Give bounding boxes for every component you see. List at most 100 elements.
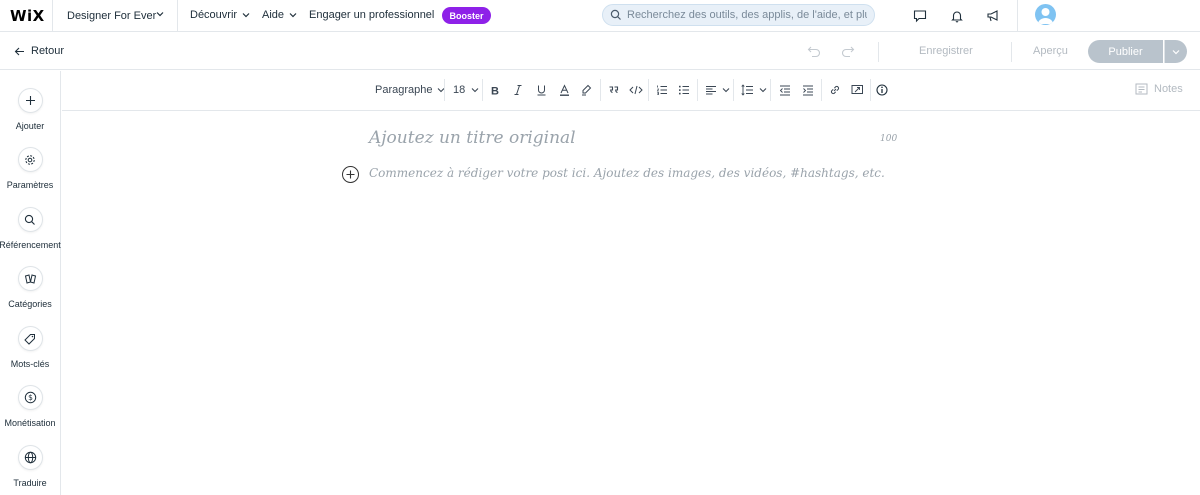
svg-text:$: $ [28, 393, 33, 402]
underline-icon[interactable] [536, 82, 547, 98]
notes-label: Notes [1154, 83, 1183, 95]
nav-discover[interactable]: Découvrir [190, 9, 251, 21]
avatar[interactable] [1035, 4, 1056, 25]
sidebar-item-monetization[interactable]: $ Monétisation [0, 385, 60, 428]
divider [177, 0, 178, 32]
italic-icon[interactable] [513, 82, 523, 98]
sidebar-item-categories[interactable]: Catégories [0, 266, 60, 309]
sidebar-item-add[interactable]: Ajouter [0, 88, 60, 131]
sidebar-item-label: Ajouter [15, 121, 45, 131]
divider [482, 79, 483, 101]
search-bar[interactable] [602, 4, 875, 26]
text-color-icon[interactable] [559, 82, 570, 98]
quote-icon[interactable] [608, 82, 619, 98]
divider [821, 79, 822, 101]
gear-icon [17, 147, 43, 172]
chevron-down-icon [1172, 49, 1180, 54]
add-block-button[interactable] [342, 166, 359, 183]
sidebar-item-label: Monétisation [4, 418, 56, 428]
sidebar-item-label: Mots-clés [10, 359, 50, 369]
sidebar-item-label: Traduire [13, 478, 47, 488]
divider [1017, 0, 1018, 32]
divider [697, 79, 698, 101]
user-icon [1038, 8, 1053, 24]
save-button[interactable]: Enregistrer [919, 45, 973, 57]
booster-button[interactable]: Booster [442, 7, 491, 24]
nav-help-label: Aide [262, 9, 285, 21]
paragraph-style-dropdown[interactable]: Paragraphe [375, 82, 446, 98]
nav-discover-label: Découvrir [190, 9, 238, 21]
font-size-dropdown[interactable]: 18 [453, 82, 480, 98]
line-spacing-dropdown[interactable] [741, 82, 768, 98]
megaphone-icon[interactable] [985, 8, 1001, 24]
back-label: Retour [31, 45, 65, 57]
chevron-down-icon [156, 12, 164, 17]
sidebar-item-translate[interactable]: Traduire [0, 445, 60, 488]
chevron-down-icon [722, 88, 730, 93]
tag-icon [17, 326, 43, 351]
divider [648, 79, 649, 101]
divider [870, 79, 871, 101]
divider [733, 79, 734, 101]
font-size-value: 18 [453, 84, 466, 96]
bold-icon[interactable]: B [490, 82, 500, 98]
bell-icon[interactable] [949, 8, 965, 24]
publish-options-button[interactable] [1164, 40, 1187, 63]
globe-icon [17, 445, 43, 470]
back-button[interactable]: Retour [14, 45, 64, 57]
site-name: Designer For Ever [67, 10, 157, 22]
sidebar-item-label: Paramètres [6, 180, 54, 190]
publish-button[interactable]: Publier [1088, 40, 1163, 63]
site-selector[interactable]: Designer For Ever [52, 0, 177, 32]
categories-icon [17, 266, 43, 291]
chat-icon[interactable] [912, 8, 928, 24]
formatting-toolbar: Paragraphe 18 B Notes [62, 71, 1200, 111]
sidebar-item-label: Catégories [8, 299, 52, 309]
post-title-input[interactable]: Ajoutez un titre original [369, 128, 576, 148]
editor-header: Retour Enregistrer Aperçu Publier [0, 33, 1200, 70]
paragraph-style-label: Paragraphe [375, 84, 433, 96]
divider [1011, 42, 1012, 62]
sidebar-item-settings[interactable]: Paramètres [0, 147, 60, 190]
plus-icon [346, 170, 355, 179]
plus-icon [17, 88, 43, 113]
wix-logo[interactable]: WiX [10, 7, 45, 25]
search-icon [17, 207, 43, 232]
chevron-down-icon [242, 13, 250, 18]
divider [770, 79, 771, 101]
sidebar-item-seo[interactable]: Référencement [0, 207, 61, 250]
code-icon[interactable] [629, 82, 643, 98]
chevron-down-icon [759, 88, 767, 93]
nav-hire-pro-label: Engager un professionnel [309, 9, 435, 21]
search-input[interactable] [627, 9, 867, 21]
notes-icon [1135, 83, 1148, 95]
post-body-input[interactable]: Commencez à rédiger votre post ici. Ajou… [369, 166, 885, 180]
decrease-indent-icon[interactable] [779, 82, 791, 98]
arrow-left-icon [14, 47, 24, 55]
increase-indent-icon[interactable] [802, 82, 814, 98]
preview-button[interactable]: Aperçu [1033, 45, 1068, 57]
embed-icon[interactable] [851, 82, 864, 98]
chevron-down-icon [289, 13, 297, 18]
nav-hire-pro[interactable]: Engager un professionnel [309, 9, 434, 21]
dollar-icon: $ [17, 385, 43, 410]
divider [600, 79, 601, 101]
publish-group: Publier [1088, 40, 1187, 63]
undo-icon[interactable] [806, 43, 822, 59]
search-icon [610, 9, 621, 20]
redo-icon[interactable] [840, 43, 856, 59]
highlight-icon[interactable] [581, 82, 592, 98]
left-sidebar: Ajouter Paramètres Référencement Catégor… [0, 71, 61, 495]
bulleted-list-icon[interactable] [678, 82, 690, 98]
divider [444, 79, 445, 101]
chevron-down-icon [471, 88, 479, 93]
link-icon[interactable] [829, 82, 841, 98]
nav-help[interactable]: Aide [262, 9, 298, 21]
align-dropdown[interactable] [705, 82, 731, 98]
divider [878, 42, 879, 62]
numbered-list-icon[interactable] [656, 82, 668, 98]
info-icon[interactable] [876, 82, 888, 98]
notes-button[interactable]: Notes [1135, 83, 1183, 95]
line-spacing-icon [741, 84, 753, 96]
sidebar-item-tags[interactable]: Mots-clés [0, 326, 60, 369]
